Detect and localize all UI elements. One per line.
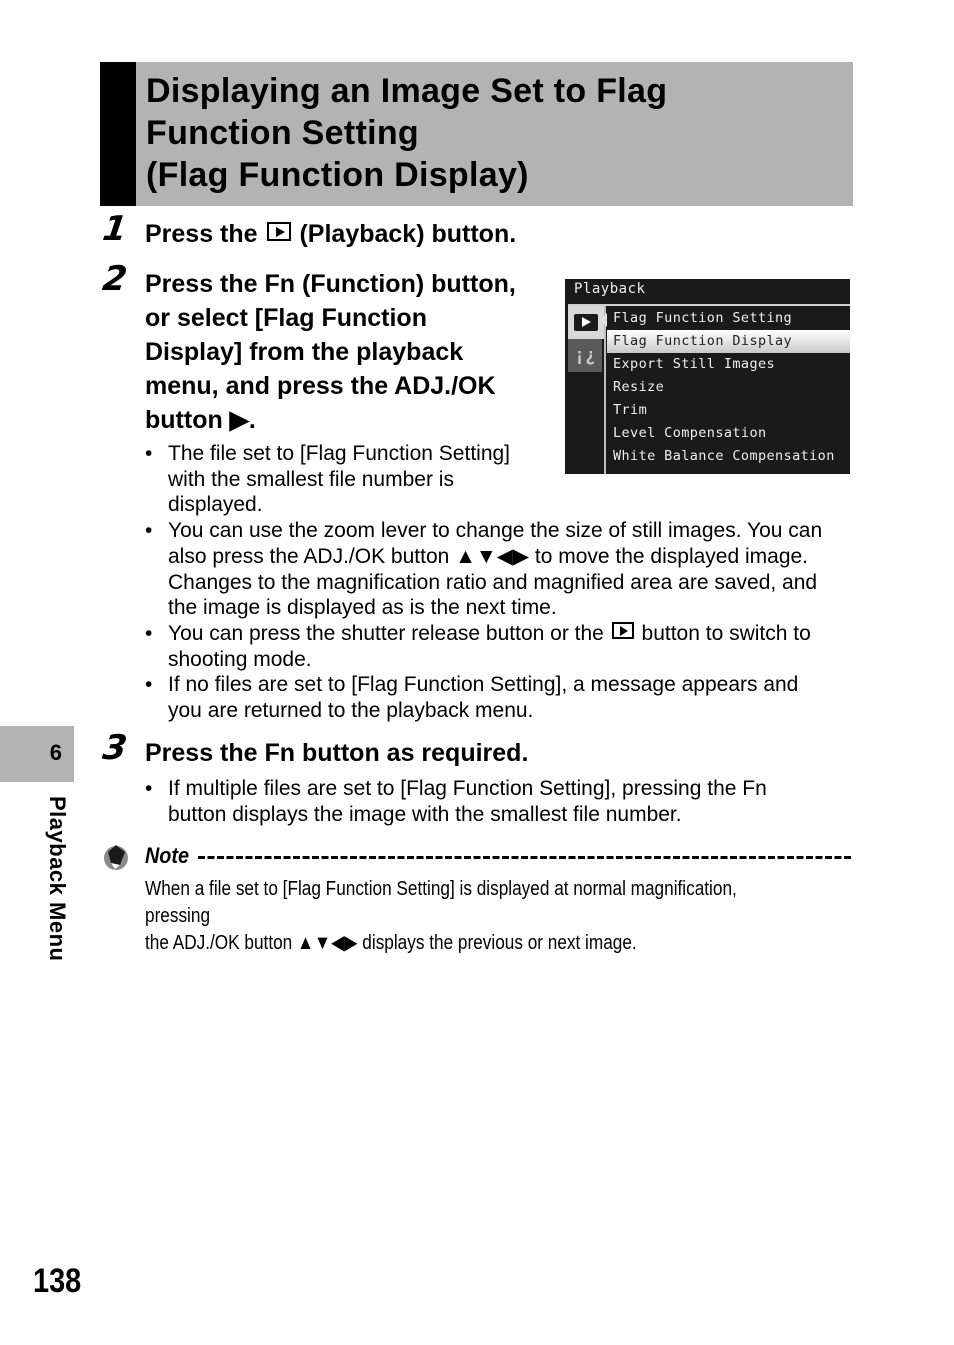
bullet-line: button displays the image with the small… — [168, 802, 682, 826]
bullet-line: If multiple files are set to [Flag Funct… — [168, 777, 767, 800]
step-2-line: Press the Fn (Function) button, — [145, 270, 516, 298]
bullet-line: also press the ADJ./OK button ▲▼◀▶ to mo… — [168, 544, 809, 568]
bullet-line: you are returned to the playback menu. — [168, 699, 534, 723]
step-2-line: button ▶. — [145, 406, 256, 434]
step-2-line: Display] from the playback — [145, 338, 464, 366]
chapter-number: 6 — [49, 740, 62, 765]
setup-wrench-icon: ¡¿ — [568, 339, 602, 372]
step-2-bullets: • The file set to [Flag Function Setting… — [145, 441, 865, 724]
title-accent-bar — [100, 62, 136, 206]
bullet-item: • The file set to [Flag Function Setting… — [145, 441, 865, 518]
bullet-line: You can use the zoom lever to change the… — [168, 519, 823, 543]
chapter-tab: 6 — [0, 726, 74, 782]
note-heading: Note — [145, 843, 190, 868]
camera-menu-item-selected: Flag Function Display — [607, 330, 850, 353]
step-2-line: menu, and press the ADJ./OK — [145, 372, 496, 400]
bullet-dot: • — [145, 673, 153, 697]
note-body: When a file set to [Flag Function Settin… — [145, 876, 799, 957]
note-pencil-icon — [104, 845, 128, 870]
bullet-line: The file set to [Flag Function Setting] — [168, 442, 511, 465]
bullet-line: shooting mode. — [168, 647, 312, 671]
bullet-text: button to switch to — [641, 621, 811, 645]
bullet-text: You can press the shutter release button… — [168, 621, 604, 645]
note-line: When a file set to [Flag Function Settin… — [145, 878, 737, 927]
bullet-line: with the smallest file number is — [168, 467, 454, 491]
bullet-line: the image is displayed as is the next ti… — [168, 596, 557, 620]
step-2-number: 2 — [100, 259, 130, 299]
page-title: Displaying an Image Set to Flag Function… — [146, 72, 668, 194]
bullet-dot: • — [145, 519, 153, 543]
camera-menu-item: Flag Function Setting — [613, 310, 793, 326]
note-line: the ADJ./OK button ▲▼◀▶ displays the pre… — [145, 932, 637, 954]
step-1-text: Press the (Playback) button. — [145, 217, 516, 251]
step-3-text: Press the Fn button as required. — [145, 739, 529, 767]
step-1-number: 1 — [100, 209, 130, 249]
bullet-dot: • — [145, 777, 153, 800]
bullet-line: If no files are set to [Flag Function Se… — [168, 673, 799, 697]
bullet-line: displayed. — [168, 493, 263, 517]
chapter-label: Playback Menu — [45, 796, 70, 962]
bullet-dot: • — [145, 621, 153, 645]
step-2-line: or select [Flag Function — [145, 304, 427, 332]
step-2-text: Press the Fn (Function) button, or selec… — [145, 267, 555, 437]
step-1-text-before: Press the — [145, 220, 258, 248]
bullet-item: • You can use the zoom lever to change t… — [145, 518, 865, 621]
camera-header-divider — [568, 304, 850, 306]
bullet-line: Changes to the magnification ratio and m… — [168, 570, 818, 594]
camera-menu-header: Playback — [574, 281, 646, 297]
bullet-line: You can press the shutter release button… — [168, 621, 865, 647]
camera-menu-item: Trim — [613, 402, 648, 418]
playback-icon — [266, 222, 291, 241]
camera-menu-item: Export Still Images — [613, 356, 776, 372]
bullet-item: • You can press the shutter release butt… — [145, 621, 865, 672]
bullet-dot: • — [145, 442, 153, 465]
camera-menu-item: Resize — [613, 379, 665, 395]
step-3-number: 3 — [100, 728, 130, 768]
bullet-item: • If no files are set to [Flag Function … — [145, 672, 865, 723]
step-3-bullets: • If multiple files are set to [Flag Fun… — [145, 776, 865, 827]
bullet-item: • If multiple files are set to [Flag Fun… — [145, 776, 865, 827]
playback-icon — [611, 621, 634, 639]
caret-left-icon — [599, 313, 607, 327]
playback-icon — [574, 314, 598, 331]
note-dashed-rule — [198, 856, 852, 859]
step-1-text-after: (Playback) button. — [299, 220, 517, 248]
page-number: 138 — [33, 1262, 82, 1300]
section-title-block: Displaying an Image Set to Flag Function… — [100, 62, 853, 206]
